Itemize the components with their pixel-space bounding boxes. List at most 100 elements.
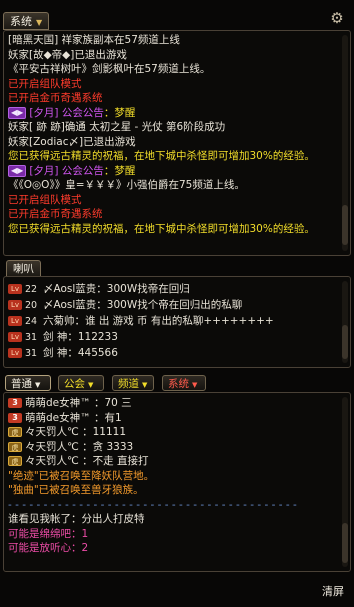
chat-message-text[interactable]: 可能是放听心：2 xyxy=(8,542,88,554)
vip-three-icon: 3 xyxy=(8,412,22,423)
chevron-down-icon: ▼ xyxy=(36,18,43,27)
system-message-text: ：梦醒 xyxy=(103,106,136,119)
chat-window: 系统 ▼ ⚙ [暗黑天国] 祥家族副本在57频道上线 妖家[故◆帝◆]已退出游戏 《平… xyxy=(0,0,354,607)
system-message-text: 已开启组队模式 xyxy=(8,77,82,90)
tiger-emblem-icon: 虎 xyxy=(8,441,22,452)
system-message-line: 妖家[故◆帝◆]已退出游戏 xyxy=(4,48,350,63)
chat-message-line: "独曲"已被召唤至兽牙狼族。 xyxy=(4,483,350,498)
tab-system-label: 系统 xyxy=(10,15,32,28)
chat-message-line: 虎々天罚人℃ ：贪 3333 xyxy=(4,440,350,455)
chat-message-line: 虎々天罚人℃ ：11111 xyxy=(4,425,350,440)
player-level: 31 xyxy=(25,332,38,343)
channel-tab[interactable]: 普通 ▼ xyxy=(5,375,51,391)
system-message-text: 已开启金币奇遇系统 xyxy=(8,208,103,220)
system-message-line: 妖家[ 跡 跡]确通 太初之星 - 光仗 第6阶段成功 xyxy=(4,120,350,135)
horn-message-text[interactable]: 六菊帅：谁 出 游戏 币 有出的私聊++++++++ xyxy=(43,315,274,327)
chat-message-line: 3 萌萌de女神™ ：有1 xyxy=(4,411,350,426)
tab-horn[interactable]: 喇叭 xyxy=(6,260,41,277)
horn-message-text[interactable]: 剑 神：112233 xyxy=(43,331,118,343)
system-message-text: [暗黑天国] 祥家族副本在57频道上线 xyxy=(8,34,180,46)
chat-message-list-2: 谁看见我帐了：分出人打皮特 可能是绵绵吧：1 可能是放听心：2 xyxy=(4,512,350,556)
system-message-line: 您已获得远古精灵的祝福，在地下城中杀怪即可增加30%的经验。 xyxy=(4,149,350,164)
system-message-text: 《《O◎O》》皇=￥￥￥》小强伯爵在75频道上线。 xyxy=(8,179,245,191)
chat-message-text[interactable]: "绝迹"已被召唤至降妖队营地。 xyxy=(8,470,154,482)
chat-message-text[interactable]: 谁看见我帐了：分出人打皮特 xyxy=(8,513,145,525)
system-message-text: 您已获得远古精灵的祝福，在地下城中杀怪即可增加30%的经验。 xyxy=(8,222,315,235)
system-message-line: ◀▶ [夕月] 公会公告：梦醒 xyxy=(4,106,350,121)
system-message-line: 妖家[Zodiac〆]已退出游戏 xyxy=(4,135,350,150)
chat-message-text[interactable]: 可能是绵绵吧：1 xyxy=(8,528,88,540)
level-badge-icon: Lv xyxy=(8,284,22,294)
chat-message-line: 3 萌萌de女神™ ：70 三 xyxy=(4,396,350,411)
horn-message-text[interactable]: 〆Aosl蓝贵：300W找个帝在回归出的私聊 xyxy=(43,299,242,311)
chat-message-list: 3 萌萌de女神™ ：70 三 3 萌萌de女神™ ：有1 虎々天罚人℃ ：11111 虎… xyxy=(4,393,350,498)
chat-message-text[interactable]: 々天罚人℃ ：贪 3333 xyxy=(25,441,133,453)
system-message-line: 已开启金币奇遇系统 xyxy=(4,91,350,106)
level-badge-icon: Lv xyxy=(8,316,22,326)
vip-three-icon: 3 xyxy=(8,398,22,408)
horn-message-line: Lv 31 剑 神：112233 xyxy=(4,329,350,345)
chat-message-line: 可能是放听心：2 xyxy=(4,541,350,556)
chat-message-line: 可能是绵绵吧：1 xyxy=(4,527,350,542)
horn-message-text[interactable]: 剑 神：445566 xyxy=(43,347,118,359)
channel-tab[interactable]: 公会 ▼ xyxy=(58,375,104,391)
system-message-line: 《《O◎O》》皇=￥￥￥》小强伯爵在75频道上线。 xyxy=(4,178,350,193)
channel-tab-label: 系统 xyxy=(168,378,189,390)
system-message-line: 已开启组队模式 xyxy=(4,193,350,208)
system-message-text: 妖家[Zodiac〆]已退出游戏 xyxy=(8,135,136,148)
level-badge-icon: Lv xyxy=(8,348,22,358)
player-level: 31 xyxy=(25,348,38,359)
horn-message-line: Lv 22 〆Aosl蓝贵：300W找帝在回归 xyxy=(4,281,350,297)
chat-message-line: "绝迹"已被召唤至降妖队营地。 xyxy=(4,469,350,484)
horn-message-text[interactable]: 〆Aosl蓝贵：300W找帝在回归 xyxy=(43,283,190,295)
chat-message-text[interactable]: 萌萌de女神™ ：70 三 xyxy=(25,397,132,409)
player-level: 24 xyxy=(25,316,38,327)
system-message-line: 《平安古祥树叶》剑影枫叶在57频道上线。 xyxy=(4,62,350,77)
tiger-emblem-icon: 虎 xyxy=(8,427,22,437)
chat-message-text[interactable]: 萌萌de女神™ ：有1 xyxy=(25,412,122,424)
horn-message-line: Lv 24 六菊帅：谁 出 游戏 币 有出的私聊++++++++ xyxy=(4,313,350,329)
gear-icon[interactable]: ⚙ xyxy=(329,10,345,26)
horn-message-line: Lv 31 剑 神：445566 xyxy=(4,345,350,361)
chevron-down-icon: ▼ xyxy=(142,381,148,389)
system-message-line: 已开启组队模式 xyxy=(4,77,350,92)
chat-message-text[interactable]: 々天罚人℃ ：不走 直接打 xyxy=(25,455,148,467)
system-message-list: [暗黑天国] 祥家族副本在57频道上线 妖家[故◆帝◆]已退出游戏《平安古祥树叶》… xyxy=(4,31,350,236)
horn-message-panel: Lv 22 〆Aosl蓝贵：300W找帝在回归 Lv 20 〆Aosl蓝贵：300W找个帝… xyxy=(3,276,351,368)
tab-system[interactable]: 系统 ▼ xyxy=(3,12,50,30)
guild-notice-badge: ◀▶ xyxy=(8,106,27,119)
chevron-down-icon: ▼ xyxy=(88,381,94,389)
chat-message-text[interactable]: "独曲"已被召唤至兽牙狼族。 xyxy=(8,484,144,496)
chat-scrollbar[interactable] xyxy=(342,397,348,567)
horn-scrollbar[interactable] xyxy=(342,281,348,363)
system-message-text: 已开启金币奇遇系统 xyxy=(8,92,103,104)
chat-divider: - - - - - - - - - - - - - - - - - - - - … xyxy=(8,498,297,511)
level-badge-icon: Lv xyxy=(8,332,22,342)
chat-message-line: 谁看见我帐了：分出人打皮特 xyxy=(4,512,350,527)
channel-tab-label: 普通 xyxy=(11,378,32,390)
system-message-text: ：梦醒 xyxy=(103,164,136,177)
system-scrollbar[interactable] xyxy=(342,35,348,251)
system-message-text: 妖家[故◆帝◆]已退出游戏 xyxy=(8,48,127,61)
channel-tab-label: 频道 xyxy=(118,378,139,390)
tiger-emblem-icon: 虎 xyxy=(8,456,22,466)
system-message-text: 您已获得远古精灵的祝福，在地下城中杀怪即可增加30%的经验。 xyxy=(8,150,315,162)
horn-scroll-thumb[interactable] xyxy=(342,325,348,359)
horn-message-list: Lv 22 〆Aosl蓝贵：300W找帝在回归 Lv 20 〆Aosl蓝贵：300W找个帝… xyxy=(4,277,350,361)
system-message-line: 您已获得远古精灵的祝福，在地下城中杀怪即可增加30%的经验。 xyxy=(4,222,350,237)
system-message-line: ◀▶ [夕月] 公会公告：梦醒 xyxy=(4,164,350,179)
system-message-text: 《平安古祥树叶》剑影枫叶在57频道上线。 xyxy=(8,63,211,75)
horn-message-line: Lv 20 〆Aosl蓝贵：300W找个帝在回归出的私聊 xyxy=(4,297,350,313)
guild-notice-title: [夕月] 公会公告 xyxy=(29,106,104,119)
guild-notice-badge: ◀▶ xyxy=(8,164,27,177)
channel-tab[interactable]: 系统 ▼ xyxy=(162,375,206,391)
tab-horn-label: 喇叭 xyxy=(13,263,34,275)
chevron-down-icon: ▼ xyxy=(192,381,198,389)
top-tab-bar: 系统 ▼ ⚙ xyxy=(3,10,347,30)
chat-message-line: 虎々天罚人℃ ：不走 直接打 xyxy=(4,454,350,469)
channel-tab[interactable]: 频道 ▼ xyxy=(112,375,154,391)
chat-scroll-thumb[interactable] xyxy=(342,523,348,563)
system-scroll-thumb[interactable] xyxy=(342,205,348,245)
clear-screen-button[interactable]: 清屏 xyxy=(322,583,344,599)
chat-message-text[interactable]: 々天罚人℃ ：11111 xyxy=(25,426,126,438)
